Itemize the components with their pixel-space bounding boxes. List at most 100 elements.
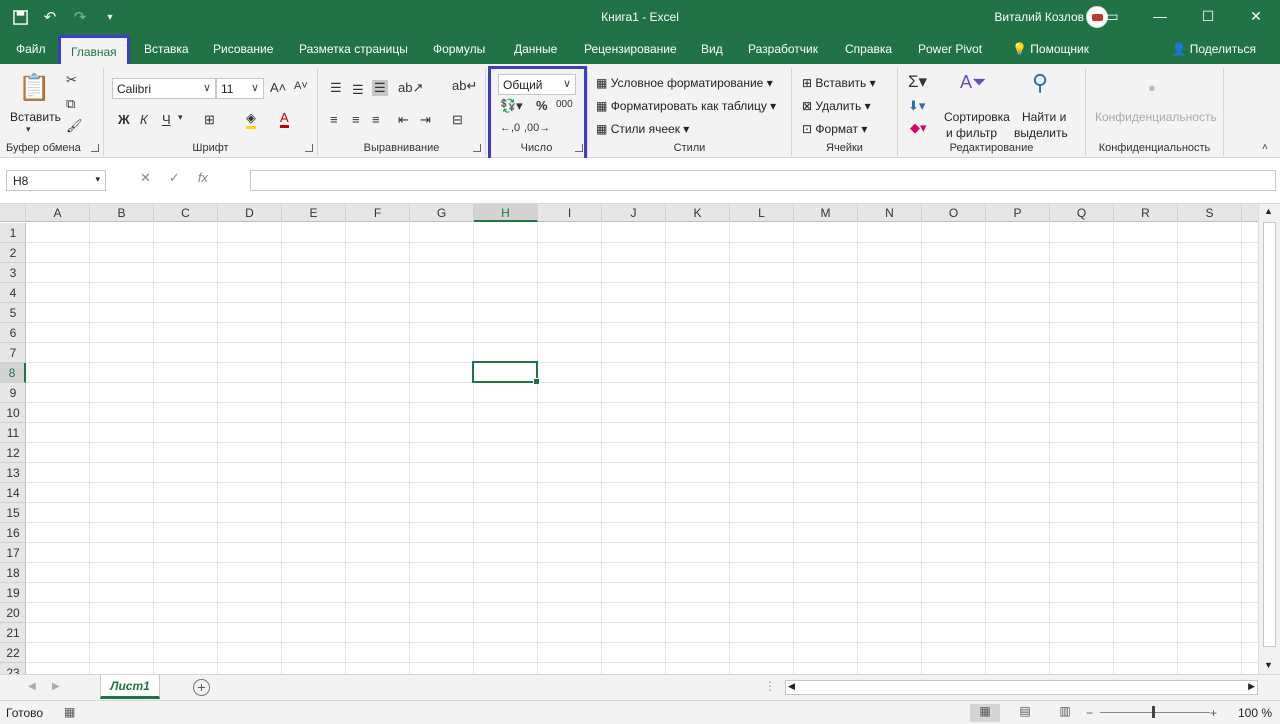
- tab-review[interactable]: Рецензирование: [584, 42, 677, 56]
- align-center-icon[interactable]: ≡: [352, 112, 360, 127]
- merge-center-icon[interactable]: ⊟: [452, 112, 463, 128]
- sort-filter-button[interactable]: Сортировка: [944, 110, 1010, 124]
- align-right-icon[interactable]: ≡: [372, 112, 380, 127]
- clipboard-launcher-icon[interactable]: [91, 144, 99, 152]
- row-header-22[interactable]: 22: [0, 643, 26, 663]
- tab-tell-me[interactable]: 💡 Помощник: [1012, 42, 1089, 56]
- column-header-s[interactable]: S: [1178, 204, 1242, 222]
- tab-draw[interactable]: Рисование: [213, 42, 273, 56]
- row-header-6[interactable]: 6: [0, 323, 26, 343]
- maximize-icon[interactable]: ☐: [1184, 0, 1232, 32]
- sensitivity-button[interactable]: Конфиденциальность: [1095, 110, 1217, 124]
- column-header-l[interactable]: L: [730, 204, 794, 222]
- column-header-n[interactable]: N: [858, 204, 922, 222]
- column-header-i[interactable]: I: [538, 204, 602, 222]
- column-header-k[interactable]: K: [666, 204, 730, 222]
- column-header-c[interactable]: C: [154, 204, 218, 222]
- user-name[interactable]: Виталий Козлов: [994, 10, 1084, 24]
- column-header-b[interactable]: B: [90, 204, 154, 222]
- paste-button[interactable]: Вставить: [10, 110, 61, 124]
- align-middle-icon[interactable]: ☰: [352, 82, 364, 98]
- vertical-scrollbar[interactable]: ▲ ▼: [1258, 204, 1280, 674]
- borders-icon[interactable]: ⊞: [204, 112, 215, 128]
- tab-developer[interactable]: Разработчик: [748, 42, 818, 56]
- align-bottom-icon[interactable]: ☰: [372, 80, 388, 96]
- autosum-icon[interactable]: Σ▾: [908, 72, 927, 92]
- formula-input[interactable]: [250, 170, 1276, 191]
- row-header-19[interactable]: 19: [0, 583, 26, 603]
- find-select-label-2[interactable]: выделить: [1014, 126, 1068, 140]
- active-cell[interactable]: [472, 361, 540, 385]
- underline-dropdown-icon[interactable]: ▾: [178, 112, 183, 123]
- collapse-ribbon-icon[interactable]: ˄: [1262, 142, 1268, 153]
- prev-sheet-icon[interactable]: ◀: [28, 681, 36, 692]
- font-color-icon[interactable]: A: [280, 110, 289, 128]
- copy-icon[interactable]: ⧉: [66, 96, 75, 112]
- paste-dropdown-icon[interactable]: ▾: [26, 124, 31, 135]
- horizontal-scrollbar[interactable]: ◀ ▶: [785, 680, 1258, 695]
- row-header-10[interactable]: 10: [0, 403, 26, 423]
- column-header-g[interactable]: G: [410, 204, 474, 222]
- normal-view-icon[interactable]: ▦: [970, 704, 1000, 722]
- underline-button[interactable]: Ч: [162, 112, 171, 127]
- sort-filter-icon[interactable]: A⏷: [960, 72, 986, 93]
- row-header-11[interactable]: 11: [0, 423, 26, 443]
- orientation-icon[interactable]: ab↗: [398, 80, 423, 96]
- align-left-icon[interactable]: ≡: [330, 112, 338, 127]
- next-sheet-icon[interactable]: ▶: [52, 681, 60, 692]
- cut-icon[interactable]: ✂: [66, 72, 77, 88]
- font-launcher-icon[interactable]: [305, 144, 313, 152]
- row-header-8[interactable]: 8: [0, 363, 26, 383]
- search-icon[interactable]: ⚲: [1032, 70, 1048, 96]
- cell-area[interactable]: [26, 223, 1258, 674]
- sort-filter-label-2[interactable]: и фильтр: [946, 126, 997, 140]
- scroll-up-icon[interactable]: ▲: [1264, 206, 1273, 216]
- cell-styles-button[interactable]: ▦ Стили ячеек ▾: [596, 122, 689, 136]
- shrink-font-icon[interactable]: A˅: [294, 80, 308, 92]
- column-header-e[interactable]: E: [282, 204, 346, 222]
- row-header-21[interactable]: 21: [0, 623, 26, 643]
- tab-data[interactable]: Данные: [514, 42, 557, 56]
- fill-icon[interactable]: ⬇▾: [908, 98, 925, 114]
- column-header-r[interactable]: R: [1114, 204, 1178, 222]
- row-header-9[interactable]: 9: [0, 383, 26, 403]
- column-header-j[interactable]: J: [602, 204, 666, 222]
- clear-icon[interactable]: ◆▾: [910, 120, 927, 136]
- font-size-select[interactable]: 11 ∨: [216, 78, 264, 99]
- add-sheet-icon[interactable]: +: [193, 679, 210, 696]
- column-header-m[interactable]: M: [794, 204, 858, 222]
- row-header-2[interactable]: 2: [0, 243, 26, 263]
- find-select-button[interactable]: Найти и: [1022, 110, 1066, 124]
- alignment-launcher-icon[interactable]: [473, 144, 481, 152]
- sheet-tab[interactable]: Лист1: [100, 675, 160, 699]
- format-painter-icon[interactable]: 🖌: [66, 118, 83, 134]
- zoom-slider-handle[interactable]: [1152, 706, 1155, 718]
- column-header-h[interactable]: H: [474, 204, 538, 222]
- minimize-icon[interactable]: —: [1136, 0, 1184, 32]
- grow-font-icon[interactable]: A˄: [270, 80, 286, 95]
- tab-help[interactable]: Справка: [845, 42, 892, 56]
- row-header-7[interactable]: 7: [0, 343, 26, 363]
- insert-function-icon[interactable]: fx: [198, 170, 208, 186]
- row-header-13[interactable]: 13: [0, 463, 26, 483]
- column-header-q[interactable]: Q: [1050, 204, 1114, 222]
- align-top-icon[interactable]: ☰: [330, 80, 342, 96]
- confirm-icon[interactable]: ✓: [169, 170, 180, 186]
- font-name-select[interactable]: Calibri ∨: [112, 78, 216, 99]
- tab-insert[interactable]: Вставка: [144, 42, 189, 56]
- tab-view[interactable]: Вид: [701, 42, 723, 56]
- scroll-right-icon[interactable]: ▶: [1248, 681, 1255, 692]
- format-as-table-button[interactable]: ▦ Форматировать как таблицу ▾: [596, 99, 776, 113]
- close-icon[interactable]: ✕: [1232, 0, 1280, 32]
- cancel-icon[interactable]: ✕: [140, 170, 151, 186]
- zoom-in-icon[interactable]: +: [1210, 706, 1217, 720]
- increase-indent-icon[interactable]: ⇥: [420, 112, 431, 128]
- column-header-f[interactable]: F: [346, 204, 410, 222]
- zoom-out-icon[interactable]: −: [1086, 706, 1093, 720]
- row-header-4[interactable]: 4: [0, 283, 26, 303]
- row-header-23[interactable]: 23: [0, 663, 26, 674]
- scroll-thumb[interactable]: [1263, 222, 1276, 647]
- delete-cells-button[interactable]: ⊠ Удалить ▾: [802, 99, 871, 113]
- tab-page-layout[interactable]: Разметка страницы: [299, 42, 408, 56]
- tab-file[interactable]: Файл: [16, 42, 46, 56]
